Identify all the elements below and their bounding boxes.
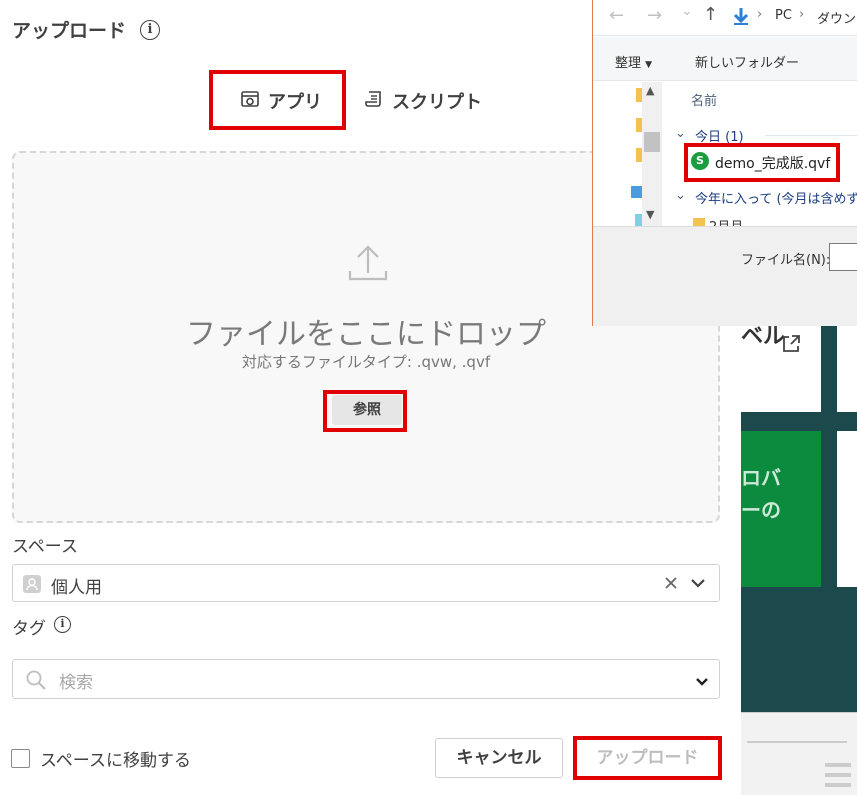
cancel-button[interactable]: キャンセル [435, 738, 563, 778]
move-to-space-label: スペースに移動する [40, 751, 191, 771]
dialog-title: アップロード [12, 20, 127, 42]
filename-label: ファイル名(N): [741, 253, 831, 268]
search-icon [25, 669, 47, 691]
info-icon[interactable]: i [140, 20, 160, 40]
move-to-space-checkbox[interactable] [11, 749, 30, 768]
download-folder-icon [732, 6, 750, 26]
upload-highlight [573, 736, 722, 780]
scroll-down-icon[interactable]: ▼ [646, 208, 654, 221]
file-item-highlight [684, 143, 840, 182]
scroll-thumb[interactable] [644, 132, 660, 152]
group-this-year[interactable]: 今年に入って (今月は含めず [695, 188, 857, 207]
breadcrumb-pc[interactable]: PC [775, 8, 792, 23]
upload-icon [346, 243, 390, 283]
tab-script-label: スクリプト [392, 92, 482, 113]
group-today-rule [765, 135, 857, 136]
bg-green-text-2: ーの [741, 498, 781, 522]
folder-item-partial[interactable]: 2月月 [709, 216, 743, 226]
breadcrumb-downloads[interactable]: ダウンロ [817, 8, 857, 27]
tab-script[interactable]: スクリプト [364, 88, 482, 114]
browse-highlight [323, 390, 407, 432]
dropzone-subtitle: 対応するファイルタイプ: .qvw, .qvf [241, 353, 491, 371]
external-link-icon[interactable] [781, 334, 801, 354]
explorer-footer: ファイル名(N): [593, 226, 857, 326]
tab-app-highlight [209, 70, 346, 130]
tags-search-placeholder: 検索 [59, 673, 93, 693]
tags-info-icon[interactable]: i [54, 616, 71, 633]
filename-input[interactable] [829, 243, 857, 271]
group-chevron-icon[interactable]: ⌄ [675, 126, 686, 141]
space-value: 個人用 [51, 578, 102, 598]
breadcrumb-sep-1: › [757, 7, 763, 22]
bg-thumbnail [741, 712, 857, 795]
tags-label: タグ [12, 619, 46, 639]
bg-panel-white-right-2 [837, 431, 857, 587]
scroll-up-icon[interactable]: ▲ [646, 84, 654, 97]
breadcrumb-sep-2: › [799, 7, 805, 22]
back-icon[interactable]: ← [609, 5, 624, 26]
organize-caret-icon: ▼ [645, 60, 653, 70]
column-header-name[interactable]: 名前 [691, 90, 717, 109]
up-icon[interactable]: ↑ [703, 4, 718, 25]
organize-label: 整理 [615, 56, 642, 71]
tags-chevron-down-icon[interactable] [695, 673, 709, 686]
clear-icon[interactable] [663, 575, 679, 591]
group-chevron-icon[interactable]: ⌄ [675, 188, 686, 203]
tags-search-field[interactable]: 検索 [12, 659, 720, 699]
bg-green-text-1: ロバ [741, 466, 781, 490]
organize-menu[interactable]: 整理 ▼ [615, 52, 652, 71]
new-folder-button[interactable]: 新しいフォルダー [695, 52, 799, 71]
recent-dropdown-icon[interactable]: ⌄ [681, 3, 693, 19]
folder-icon [693, 218, 705, 226]
script-icon [364, 89, 384, 114]
person-icon [23, 575, 41, 593]
space-label: スペース [12, 537, 78, 557]
forward-icon[interactable]: → [647, 5, 662, 26]
address-bar: ← → ⌄ ↑ › PC › ダウンロ [593, 0, 857, 36]
space-select[interactable]: 個人用 [12, 564, 720, 602]
nav-scrollbar[interactable]: ▲ ▼ [642, 82, 662, 226]
chevron-down-icon[interactable] [689, 575, 707, 591]
explorer-toolbar: 整理 ▼ 新しいフォルダー [593, 37, 857, 81]
